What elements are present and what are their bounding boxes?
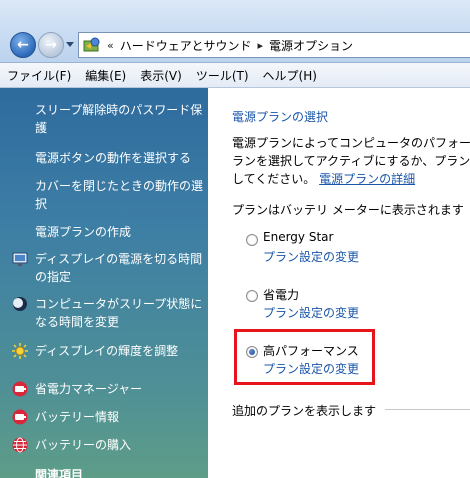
plan-energy-star-name[interactable]: Energy Star	[263, 230, 333, 244]
back-arrow-icon: ←	[17, 37, 29, 53]
plan-power-saver-settings-link[interactable]: プラン設定の変更	[263, 304, 359, 321]
page-title: 電源プランの選択	[232, 110, 329, 124]
task-pane: スリープ解除時のパスワード保護 電源ボタンの動作を選択する カバーを閉じたときの…	[0, 88, 208, 478]
forward-arrow-icon: →	[45, 37, 57, 53]
task-buy-battery[interactable]: バッテリーの購入	[35, 436, 203, 454]
menu-edit[interactable]: 編集(E)	[78, 67, 133, 84]
task-create-power-plan[interactable]: 電源プランの作成	[35, 223, 203, 241]
sleep-moon-icon	[13, 297, 27, 311]
menu-view[interactable]: 表示(V)	[133, 67, 189, 84]
task-display-off-time[interactable]: ディスプレイの電源を切る時間の指定	[35, 250, 203, 286]
forward-button[interactable]: →	[38, 32, 64, 58]
back-button[interactable]: ←	[10, 32, 36, 58]
brightness-sun-icon	[12, 343, 28, 359]
plan-power-saver-radio[interactable]	[246, 290, 258, 302]
breadcrumb-hardware-sound[interactable]: ハードウェアとサウンド	[120, 37, 252, 54]
plan-energy-star-radio[interactable]	[246, 234, 258, 246]
section-divider	[385, 409, 470, 410]
selected-plan-highlight	[234, 329, 375, 385]
breadcrumb-power-options[interactable]: 電源オプション	[269, 37, 353, 54]
breadcrumb-overflow[interactable]: «	[107, 39, 114, 52]
related-items-heading: 関連項目	[35, 468, 84, 478]
description-text: してください。	[232, 172, 316, 186]
menu-file[interactable]: ファイル(F)	[0, 67, 78, 84]
battery-meter-label: プランはバッテリ メーターに表示されます	[232, 203, 464, 217]
address-bar-area: ← → « ハードウェアとサウンド ▸ 電源オプション	[0, 0, 470, 63]
description-line-1: 電源プランによってコンピュータのパフォー	[232, 136, 470, 150]
address-breadcrumb[interactable]: « ハードウェアとサウンド ▸ 電源オプション	[78, 32, 470, 58]
plan-energy-star-settings-link[interactable]: プラン設定の変更	[263, 248, 359, 265]
task-adjust-brightness[interactable]: ディスプレイの輝度を調整	[35, 342, 203, 360]
task-lid-close-action[interactable]: カバーを閉じたときの動作の選択	[35, 177, 203, 213]
task-password-on-wakeup[interactable]: スリープ解除時のパスワード保護	[35, 101, 203, 137]
breadcrumb-separator-icon[interactable]: ▸	[258, 39, 264, 52]
display-power-icon	[12, 252, 28, 266]
menu-bar: ファイル(F) 編集(E) 表示(V) ツール(T) ヘルプ(H)	[0, 63, 470, 88]
power-plan-details-link[interactable]: 電源プランの詳細	[319, 172, 415, 186]
task-sleep-time[interactable]: コンピュータがスリープ状態になる時間を変更	[35, 295, 203, 331]
task-power-button-action[interactable]: 電源ボタンの動作を選択する	[35, 149, 203, 167]
recent-pages-dropdown-icon[interactable]	[66, 42, 74, 47]
task-battery-info[interactable]: バッテリー情報	[35, 408, 203, 426]
control-panel-icon	[83, 37, 100, 52]
description-line-2: ランを選択してアクティブにするか、プラン	[232, 154, 470, 168]
main-content: 電源プランの選択 電源プランによってコンピュータのパフォー ランを選択してアクテ…	[208, 88, 470, 478]
globe-icon	[12, 437, 28, 453]
battery-icon	[12, 409, 28, 425]
description-line-3: してください。 電源プランの詳細	[232, 170, 415, 187]
show-additional-plans[interactable]: 追加のプランを表示します	[232, 402, 376, 419]
menu-tools[interactable]: ツール(T)	[189, 67, 256, 84]
menu-help[interactable]: ヘルプ(H)	[256, 67, 324, 84]
battery-icon	[12, 381, 28, 397]
task-power-saving-manager[interactable]: 省電力マネージャー	[35, 380, 203, 398]
plan-power-saver-name[interactable]: 省電力	[263, 286, 299, 303]
